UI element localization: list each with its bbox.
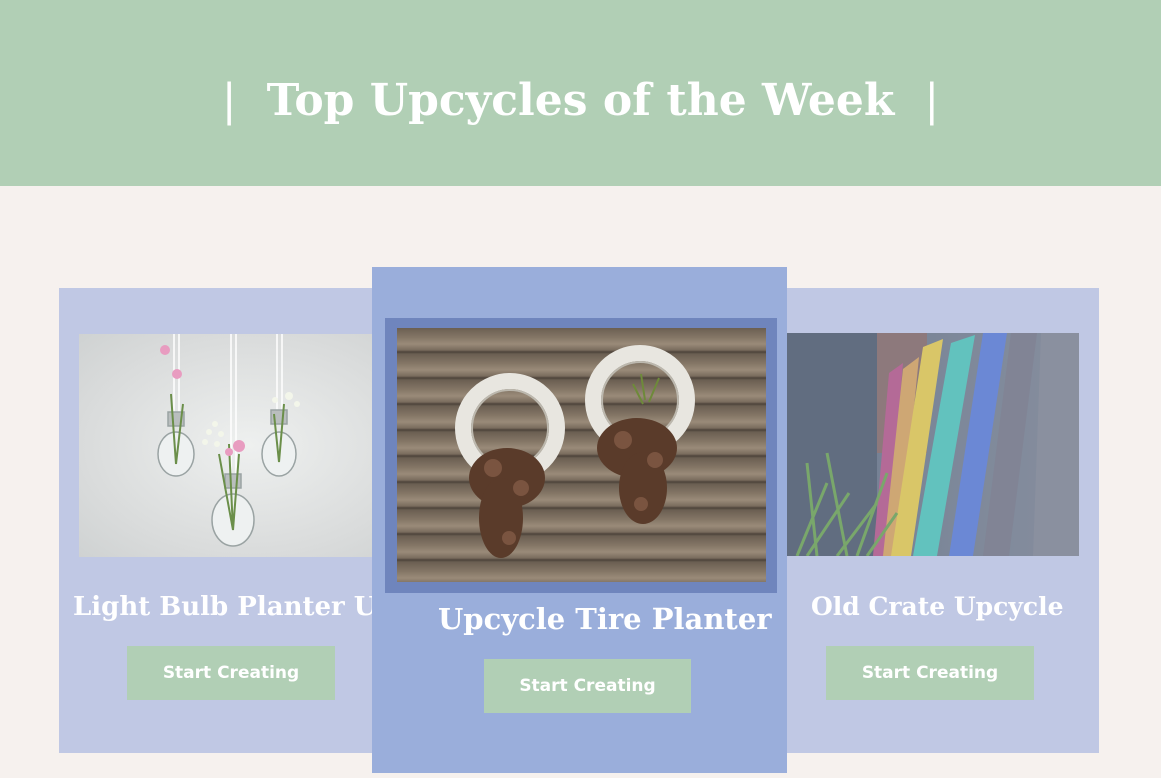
- start-creating-button[interactable]: Start Creating: [484, 659, 691, 713]
- title-text: Top Upcycles of the Week: [266, 75, 895, 126]
- card-image-frame: [385, 318, 777, 593]
- title-divider-right: |: [924, 75, 940, 126]
- start-creating-button[interactable]: Start Creating: [127, 646, 335, 700]
- card-tire-planter[interactable]: Upcycle Tire Planter Start Creating: [372, 267, 787, 773]
- card-old-crate[interactable]: Old Crate Upcycle Start Creating: [774, 288, 1099, 753]
- card-title: Light Bulb Planter Upcycle: [73, 592, 389, 622]
- card-light-bulb-planter[interactable]: Light Bulb Planter Upcycle Start Creatin…: [59, 288, 389, 753]
- image-dim-overlay: [787, 333, 1079, 556]
- card-image-light-bulbs[interactable]: [79, 334, 389, 557]
- page-title: | Top Upcycles of the Week |: [0, 73, 1161, 129]
- card-title: Old Crate Upcycle: [811, 592, 1064, 621]
- card-image-crate[interactable]: [787, 333, 1079, 556]
- header-banner: | Top Upcycles of the Week |: [0, 0, 1161, 186]
- title-divider-left: |: [221, 75, 237, 126]
- light-bulbs-illustration: [157, 334, 300, 547]
- card-image-tires[interactable]: [397, 328, 766, 582]
- tire-planter-illustration: [455, 345, 695, 558]
- start-creating-button[interactable]: Start Creating: [826, 646, 1034, 700]
- card-title: Upcycle Tire Planter: [438, 602, 772, 636]
